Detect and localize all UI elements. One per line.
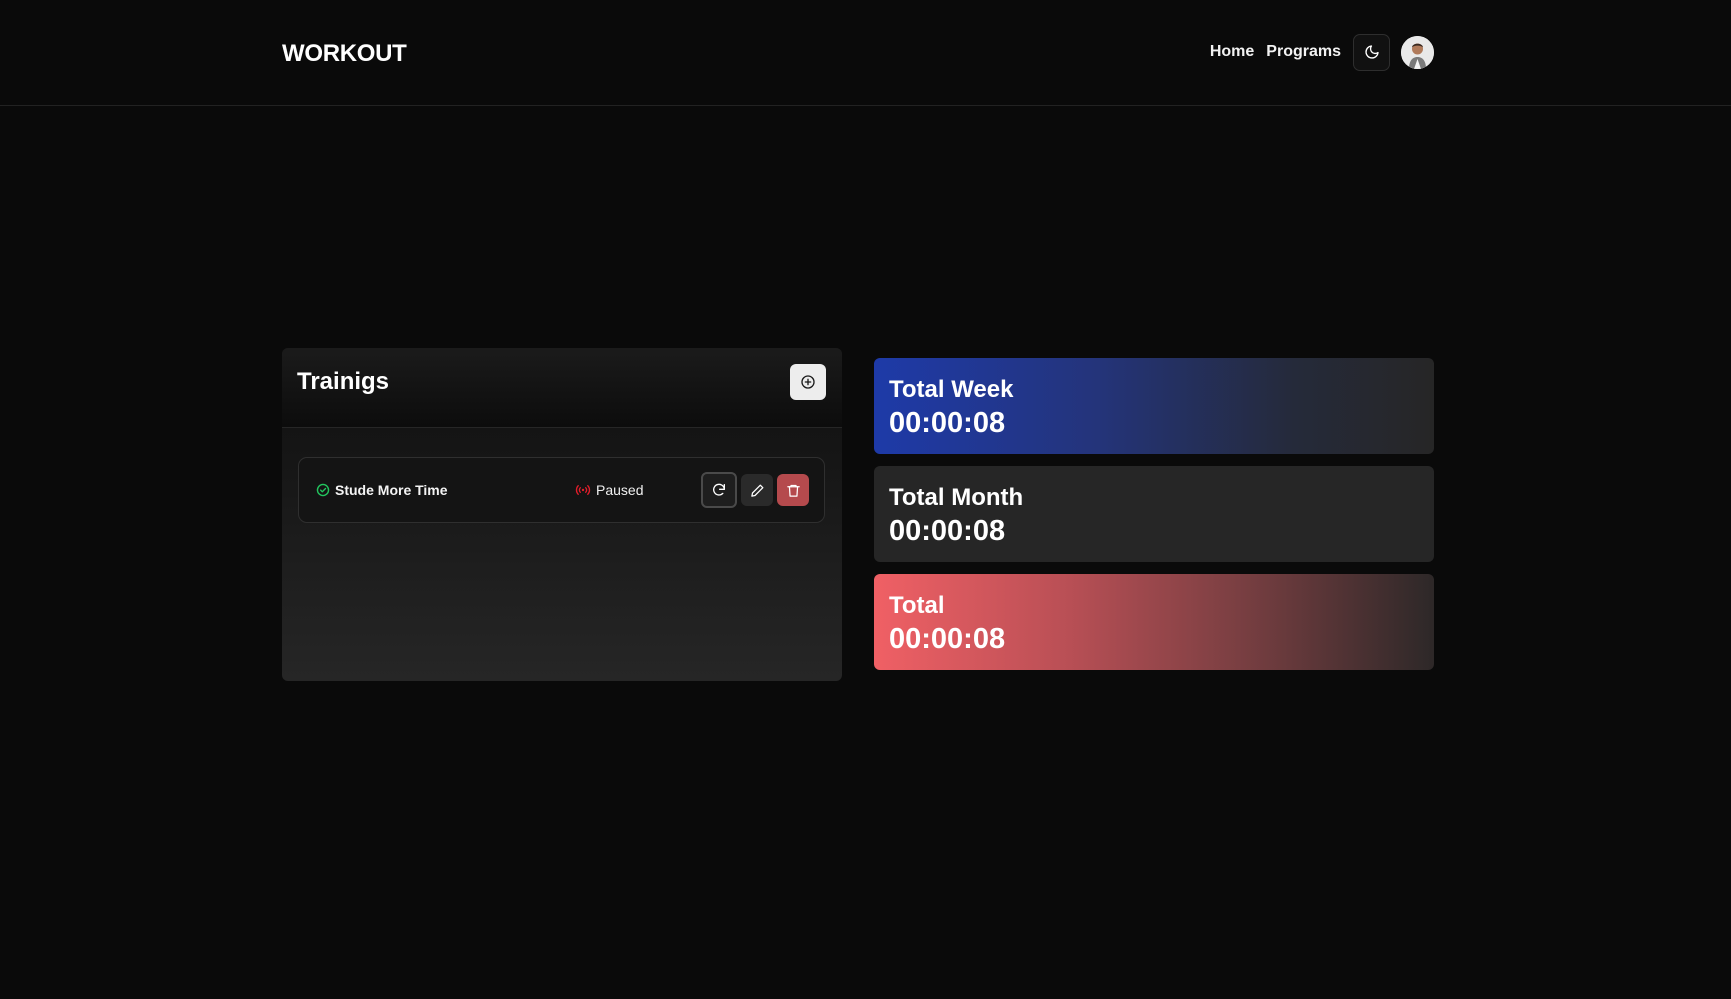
edit-button[interactable]: [741, 474, 773, 506]
training-name-group: Stude More Time: [316, 458, 448, 522]
stat-month-label: Total Month: [889, 484, 1024, 511]
theme-toggle-button[interactable]: [1353, 33, 1390, 71]
stat-week-value: 00:00:08: [889, 407, 1006, 439]
moon-icon: [1364, 45, 1379, 59]
stat-week-label: Total Week: [889, 376, 1014, 403]
stat-card-total: Total 00:00:08: [874, 574, 1434, 670]
trainings-card: Trainigs Stude More Time Paused: [282, 348, 842, 681]
stat-month-value: 00:00:08: [889, 515, 1006, 547]
training-status-label: Paused: [596, 482, 644, 498]
refresh-icon: [713, 483, 725, 496]
plus-circle-icon: [801, 375, 815, 389]
nav-link-programs[interactable]: Programs: [1266, 43, 1341, 61]
training-list-item[interactable]: Stude More Time Paused: [298, 457, 825, 523]
trainings-title: Trainigs: [297, 368, 390, 395]
training-actions: [701, 472, 809, 508]
brand-logo[interactable]: WORKOUT: [282, 40, 407, 68]
training-name: Stude More Time: [335, 482, 448, 498]
avatar-image: [1401, 35, 1434, 69]
trainings-card-header: Trainigs: [282, 348, 842, 428]
stat-card-week: Total Week 00:00:08: [874, 358, 1434, 454]
pencil-icon: [750, 484, 763, 497]
check-circle-icon: [316, 483, 330, 497]
training-status: Paused: [575, 458, 643, 522]
stat-card-month: Total Month 00:00:08: [874, 466, 1434, 562]
nav-link-home[interactable]: Home: [1210, 43, 1254, 61]
stat-total-value: 00:00:08: [889, 623, 1006, 655]
nav-right: Home Programs: [1210, 33, 1434, 71]
restart-button[interactable]: [701, 472, 737, 508]
trash-icon: [786, 484, 800, 497]
stat-total-label: Total: [889, 592, 945, 619]
user-avatar[interactable]: [1401, 35, 1434, 69]
top-navbar: WORKOUT Home Programs: [0, 0, 1731, 106]
broadcast-icon: [575, 485, 591, 495]
add-training-button[interactable]: [790, 364, 826, 400]
delete-button[interactable]: [777, 474, 809, 506]
